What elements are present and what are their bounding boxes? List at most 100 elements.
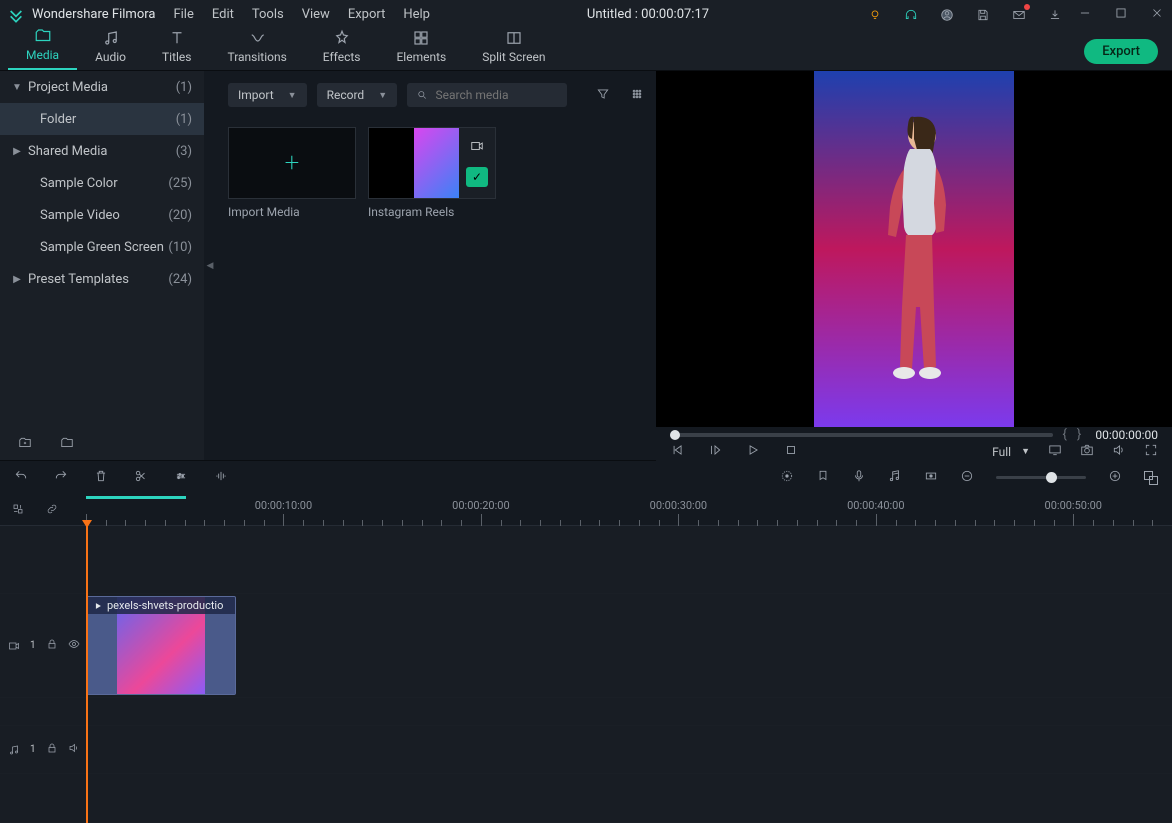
link-icon[interactable] xyxy=(46,500,58,519)
document-title: Untitled : 00:00:07:17 xyxy=(430,7,866,22)
mute-icon[interactable] xyxy=(68,742,80,757)
export-button[interactable]: Export xyxy=(1084,39,1158,64)
chevron-down-icon: ▼ xyxy=(288,90,297,101)
app-logo-icon xyxy=(8,7,24,23)
timeline: 1 pexels-shvets-productio 1 xyxy=(0,526,1172,823)
voiceover-icon[interactable] xyxy=(852,468,866,487)
window-maximize-icon[interactable] xyxy=(1114,6,1128,24)
sidebar-item-sample-color[interactable]: Sample Color(25) xyxy=(0,167,204,199)
panel-divider[interactable]: ◀ xyxy=(204,71,216,460)
ruler-label: 00:00:50:00 xyxy=(1045,499,1102,512)
media-sidebar: ▼Project Media(1) Folder(1) ▶Shared Medi… xyxy=(0,71,204,460)
quality-dropdown[interactable]: Full▼ xyxy=(992,445,1030,459)
timeline-options-icon[interactable] xyxy=(12,500,24,519)
ruler-label: 00:00:20:00 xyxy=(452,499,509,512)
display-icon[interactable] xyxy=(1048,442,1062,461)
sidebar-item-sample-green-screen[interactable]: Sample Green Screen(10) xyxy=(0,231,204,263)
audio-track[interactable]: 1 xyxy=(0,726,1172,774)
marker-icon[interactable] xyxy=(816,468,830,487)
snapshot-icon[interactable] xyxy=(1080,442,1094,461)
render-icon[interactable] xyxy=(780,468,794,487)
sidebar-item-sample-video[interactable]: Sample Video(20) xyxy=(0,199,204,231)
sidebar-item-shared-media[interactable]: ▶Shared Media(3) xyxy=(0,135,204,167)
chevron-down-icon: ▼ xyxy=(1021,446,1030,457)
preview-timecode: 00:00:00:00 xyxy=(1095,428,1158,442)
tab-titles[interactable]: Titles xyxy=(144,25,209,70)
search-input[interactable] xyxy=(436,88,558,102)
preview-content xyxy=(874,107,954,387)
import-dropdown[interactable]: Import▼ xyxy=(228,83,307,107)
save-icon[interactable] xyxy=(974,6,992,24)
audio-mixer-icon[interactable] xyxy=(888,468,902,487)
menu-tools[interactable]: Tools xyxy=(252,7,284,22)
prev-frame-icon[interactable] xyxy=(670,442,684,461)
headphones-icon[interactable] xyxy=(902,6,920,24)
mail-icon[interactable] xyxy=(1010,6,1028,24)
audio-wave-icon[interactable] xyxy=(214,468,228,487)
keyframe-icon[interactable] xyxy=(924,468,938,487)
menu-file[interactable]: File xyxy=(173,7,193,22)
app-name: Wondershare Filmora xyxy=(32,7,155,22)
split-icon[interactable] xyxy=(134,468,148,487)
audio-track-icon xyxy=(8,744,20,756)
sidebar-item-folder[interactable]: Folder(1) xyxy=(0,103,204,135)
search-media-box[interactable] xyxy=(407,83,567,107)
download-icon[interactable] xyxy=(1046,6,1064,24)
mark-in-icon[interactable]: { xyxy=(1063,427,1067,442)
video-track-icon xyxy=(8,640,20,652)
record-dropdown[interactable]: Record▼ xyxy=(317,83,398,107)
mark-out-icon[interactable]: } xyxy=(1077,427,1081,442)
playhead[interactable] xyxy=(86,526,88,823)
menu-view[interactable]: View xyxy=(302,7,330,22)
menu-help[interactable]: Help xyxy=(403,7,430,22)
media-clip-card[interactable]: ✓ Instagram Reels xyxy=(368,127,496,219)
lightbulb-icon[interactable] xyxy=(866,6,884,24)
preview-scrubber[interactable] xyxy=(670,433,1053,437)
clip-video-icon xyxy=(93,601,103,611)
ruler-label: 00:00:30:00 xyxy=(650,499,707,512)
zoom-out-icon[interactable] xyxy=(960,468,974,487)
tab-effects[interactable]: Effects xyxy=(305,25,379,70)
account-icon[interactable] xyxy=(938,6,956,24)
video-track[interactable]: 1 pexels-shvets-productio xyxy=(0,594,1172,698)
check-badge-icon: ✓ xyxy=(466,167,488,187)
filter-icon[interactable] xyxy=(596,86,610,105)
new-folder-icon[interactable] xyxy=(18,435,32,454)
tab-split-screen[interactable]: Split Screen xyxy=(464,25,563,70)
lock-icon[interactable] xyxy=(46,742,58,757)
zoom-slider[interactable] xyxy=(996,476,1086,479)
timeline-ruler[interactable]: 00:00:10:0000:00:20:0000:00:30:0000:00:4… xyxy=(86,494,1172,526)
timeline-clip[interactable]: pexels-shvets-productio xyxy=(86,596,236,695)
fullscreen-icon[interactable] xyxy=(1144,442,1158,461)
folder-icon[interactable] xyxy=(60,435,74,454)
lock-icon[interactable] xyxy=(46,638,58,653)
menu-export[interactable]: Export xyxy=(348,7,386,22)
tab-elements[interactable]: Elements xyxy=(378,25,464,70)
tab-media[interactable]: Media xyxy=(8,23,77,70)
play-pause-icon[interactable] xyxy=(708,442,722,461)
delete-icon[interactable] xyxy=(94,468,108,487)
chevron-left-icon: ◀ xyxy=(207,261,214,271)
window-close-icon[interactable] xyxy=(1150,6,1164,24)
window-minimize-icon[interactable] xyxy=(1078,6,1092,24)
timeline-toolbar xyxy=(0,460,1172,494)
redo-icon[interactable] xyxy=(54,468,68,487)
play-icon[interactable] xyxy=(746,442,760,461)
tab-transitions[interactable]: Transitions xyxy=(209,25,304,70)
timeline-header: 00:00:10:0000:00:20:0000:00:30:0000:00:4… xyxy=(0,494,1172,526)
undo-icon[interactable] xyxy=(14,468,28,487)
tab-audio[interactable]: Audio xyxy=(77,25,144,70)
crop-icon[interactable] xyxy=(174,468,188,487)
eye-icon[interactable] xyxy=(68,638,80,653)
search-icon xyxy=(417,89,427,101)
grid-view-icon[interactable] xyxy=(630,86,644,105)
stop-icon[interactable] xyxy=(784,442,798,461)
sidebar-item-preset-templates[interactable]: ▶Preset Templates(24) xyxy=(0,263,204,295)
zoom-fit-icon[interactable] xyxy=(1144,471,1158,485)
volume-icon[interactable] xyxy=(1112,442,1126,461)
preview-viewport[interactable] xyxy=(656,71,1172,427)
import-media-card[interactable]: + Import Media xyxy=(228,127,356,219)
zoom-in-icon[interactable] xyxy=(1108,468,1122,487)
sidebar-item-project-media[interactable]: ▼Project Media(1) xyxy=(0,71,204,103)
menu-edit[interactable]: Edit xyxy=(212,7,234,22)
